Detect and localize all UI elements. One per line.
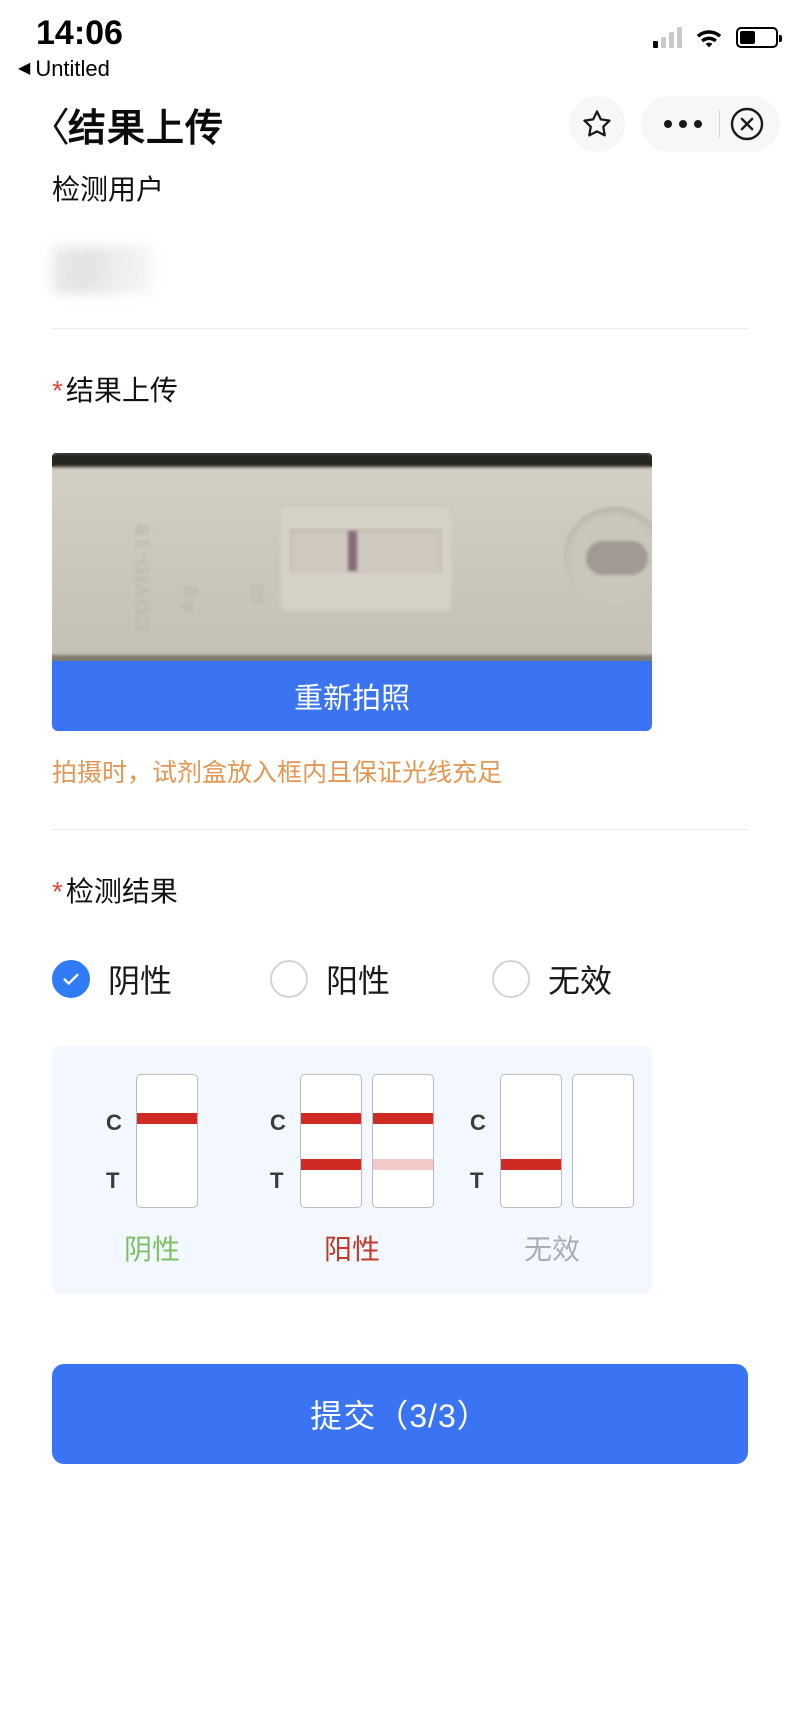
control-band <box>300 1113 361 1124</box>
c-label: C <box>470 1110 486 1135</box>
test-band-faint <box>372 1159 433 1170</box>
cellular-signal-icon <box>653 26 682 48</box>
section-divider-2 <box>52 829 748 830</box>
ct-axis-labels: C T <box>106 1074 122 1192</box>
more-options-icon[interactable] <box>647 120 719 128</box>
radio-indicator-unchecked <box>492 960 530 998</box>
test-strip <box>499 1074 562 1208</box>
app-screen: 14:06 ◀ Untitled 〈 结果上传 检测用户 * 结果上传 COVI… <box>0 0 800 1731</box>
radio-label-positive: 阳性 <box>326 963 391 999</box>
legend-strips-invalid: C T <box>470 1074 634 1208</box>
result-field-label: * 检测结果 <box>52 872 748 912</box>
form-body: 检测用户 *结果上传 COVID-19 Ag ID S <box>0 170 800 1464</box>
upload-field-label: * 结果上传 <box>52 371 748 411</box>
status-bar-indicators <box>653 26 782 48</box>
t-label: T <box>270 1168 284 1193</box>
close-icon <box>730 107 764 141</box>
battery-icon <box>736 26 782 48</box>
result-radio-group: 阴性 阳性 无效 <box>52 956 748 1002</box>
user-field-label: 检测用户 <box>52 174 165 205</box>
legend-caption-invalid: 无效 <box>523 1234 580 1265</box>
page-title: 结果上传 <box>68 108 225 150</box>
legend-item-negative: C T 阴性 <box>52 1074 252 1268</box>
favorite-button[interactable] <box>568 96 625 152</box>
radio-indicator-unchecked <box>270 960 308 998</box>
photo-hint-text: 拍摄时，试剂盒放入框内且保证光线充足 <box>52 759 503 787</box>
test-band <box>300 1159 361 1170</box>
user-value-row <box>52 246 748 294</box>
status-bar: 14:06 ◀ Untitled <box>0 0 800 88</box>
legend-item-positive: C T 阳性 <box>252 1074 452 1268</box>
legend-strips-negative: C T <box>106 1074 198 1208</box>
t-label: T <box>470 1168 484 1193</box>
result-section: * 检测结果 阴性 阳性 无效 C T 阴性 C T 阳性 C T 无效 <box>0 872 800 1294</box>
status-bar-clock: 14:06 <box>36 14 123 52</box>
covid-test-cassette-photo: COVID-19 Ag ID S <box>52 453 652 661</box>
legend-caption-negative: 阴性 <box>123 1234 180 1265</box>
upload-field-label-text: 结果上传 <box>65 375 178 406</box>
user-section: 检测用户 <box>0 170 800 294</box>
required-asterisk: * <box>52 876 63 907</box>
control-band <box>372 1113 433 1124</box>
test-band <box>500 1159 561 1170</box>
result-field-label-text: 检测结果 <box>65 876 178 907</box>
c-label: C <box>270 1110 286 1135</box>
radio-label-invalid: 无效 <box>548 963 613 999</box>
check-icon <box>63 973 79 985</box>
test-strip <box>299 1074 362 1208</box>
legend-item-invalid: C T 无效 <box>452 1074 652 1268</box>
back-app-label: Untitled <box>35 56 110 81</box>
c-label: C <box>106 1110 122 1135</box>
close-button[interactable] <box>720 97 774 151</box>
legend-caption-positive: 阳性 <box>323 1234 380 1265</box>
retake-photo-button[interactable]: 重新拍照 <box>52 661 652 731</box>
required-asterisk: * <box>52 375 63 406</box>
control-band <box>136 1113 197 1124</box>
nav-capsule <box>640 96 780 152</box>
radio-option-negative[interactable]: 阴性 <box>52 956 270 1002</box>
back-chevron-icon[interactable]: 〈 <box>30 98 70 158</box>
redacted-user-name <box>52 246 152 294</box>
radio-indicator-checked <box>52 960 90 998</box>
test-strip-blank <box>571 1074 634 1208</box>
ct-axis-labels: C T <box>470 1074 486 1192</box>
legend-strips-positive: C T <box>270 1074 434 1208</box>
section-divider-1 <box>52 328 748 329</box>
nav-actions <box>568 96 780 152</box>
radio-option-invalid[interactable]: 无效 <box>492 956 612 1002</box>
star-icon <box>582 110 611 137</box>
test-photo-container[interactable]: COVID-19 Ag ID S 重新拍照 <box>52 453 652 731</box>
t-label: T <box>106 1168 120 1193</box>
test-strip-faint <box>371 1074 434 1208</box>
submit-button[interactable]: 提交（3/3） <box>52 1364 748 1464</box>
back-triangle-icon: ◀ <box>18 60 31 77</box>
result-legend-panel: C T 阴性 C T 阳性 C T 无效 <box>52 1046 652 1294</box>
radio-label-negative: 阴性 <box>108 963 173 999</box>
wifi-icon <box>696 30 722 48</box>
radio-option-positive[interactable]: 阳性 <box>270 956 492 1002</box>
nav-bar: 〈 结果上传 <box>0 88 800 170</box>
test-strip <box>135 1074 198 1208</box>
ct-axis-labels: C T <box>270 1074 286 1192</box>
upload-section: *结果上传 COVID-19 Ag ID S <box>0 371 800 791</box>
back-to-previous-app[interactable]: ◀ Untitled <box>18 56 110 82</box>
